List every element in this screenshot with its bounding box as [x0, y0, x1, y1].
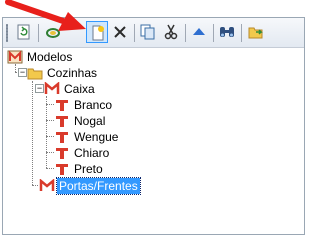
- model-tree: Modelos − Cozinhas − Caixa Branco Nogal …: [3, 48, 304, 234]
- toolbar-separator: [38, 24, 39, 42]
- material-icon: [56, 100, 68, 111]
- refresh-icon: [17, 24, 30, 40]
- material-icon: [56, 116, 68, 127]
- toolbar-separator: [213, 24, 214, 42]
- toolbar-grip[interactable]: [6, 24, 8, 42]
- module-icon: [39, 179, 55, 191]
- tree-connector: [15, 64, 16, 72]
- folder-icon: [27, 68, 43, 80]
- delete-icon: [114, 26, 126, 38]
- toolbar: [3, 18, 304, 48]
- material-icon: [56, 132, 68, 143]
- cut-button[interactable]: [160, 21, 182, 43]
- tree-connector: [32, 81, 33, 185]
- refresh-button[interactable]: [13, 21, 35, 43]
- cut-icon: [164, 24, 178, 40]
- tree-connector: [46, 168, 54, 169]
- tree-node-label: Chiaro: [74, 146, 110, 160]
- models-icon: [7, 50, 23, 64]
- module-icon: [44, 82, 60, 94]
- models-panel: Modelos − Cozinhas − Caixa Branco Nogal …: [2, 17, 305, 235]
- tree-node-label: Wengue: [74, 130, 119, 144]
- tree-connector: [46, 104, 54, 105]
- copy-icon: [140, 24, 155, 40]
- tree-connector: [46, 136, 54, 137]
- tree-connector: [46, 120, 54, 121]
- tree-node-label: Caixa: [64, 82, 95, 96]
- find-icon: [220, 27, 234, 37]
- tree-connector: [32, 185, 38, 186]
- toolbar-separator: [134, 24, 135, 42]
- move-up-icon: [193, 28, 205, 35]
- toolbar-separator: [241, 24, 242, 42]
- tree-connector: [46, 96, 47, 168]
- link-button[interactable]: [42, 21, 64, 43]
- material-icon: [56, 164, 68, 175]
- tree-node-label: Modelos: [27, 50, 73, 64]
- toolbar-separator: [185, 24, 186, 42]
- tree-node-label: Cozinhas: [47, 66, 98, 80]
- tree-node-label: Preto: [74, 162, 103, 176]
- open-folder-button[interactable]: [245, 21, 267, 43]
- tree-connector: [46, 152, 54, 153]
- tree-node-label: Portas/Frentes: [56, 177, 141, 195]
- expander-toggle[interactable]: −: [18, 68, 27, 77]
- link-icon: [46, 28, 60, 38]
- tree-node-label: Branco: [74, 98, 113, 112]
- open-folder-icon: [248, 27, 263, 39]
- find-button[interactable]: [216, 21, 238, 43]
- expander-toggle[interactable]: −: [35, 84, 44, 93]
- new-document-button[interactable]: [86, 21, 108, 43]
- new-document-icon: [92, 25, 104, 41]
- copy-button[interactable]: [137, 21, 159, 43]
- delete-button[interactable]: [109, 21, 131, 43]
- move-up-button[interactable]: [188, 21, 210, 43]
- material-icon: [56, 148, 68, 159]
- tree-node-label: Nogal: [74, 114, 106, 128]
